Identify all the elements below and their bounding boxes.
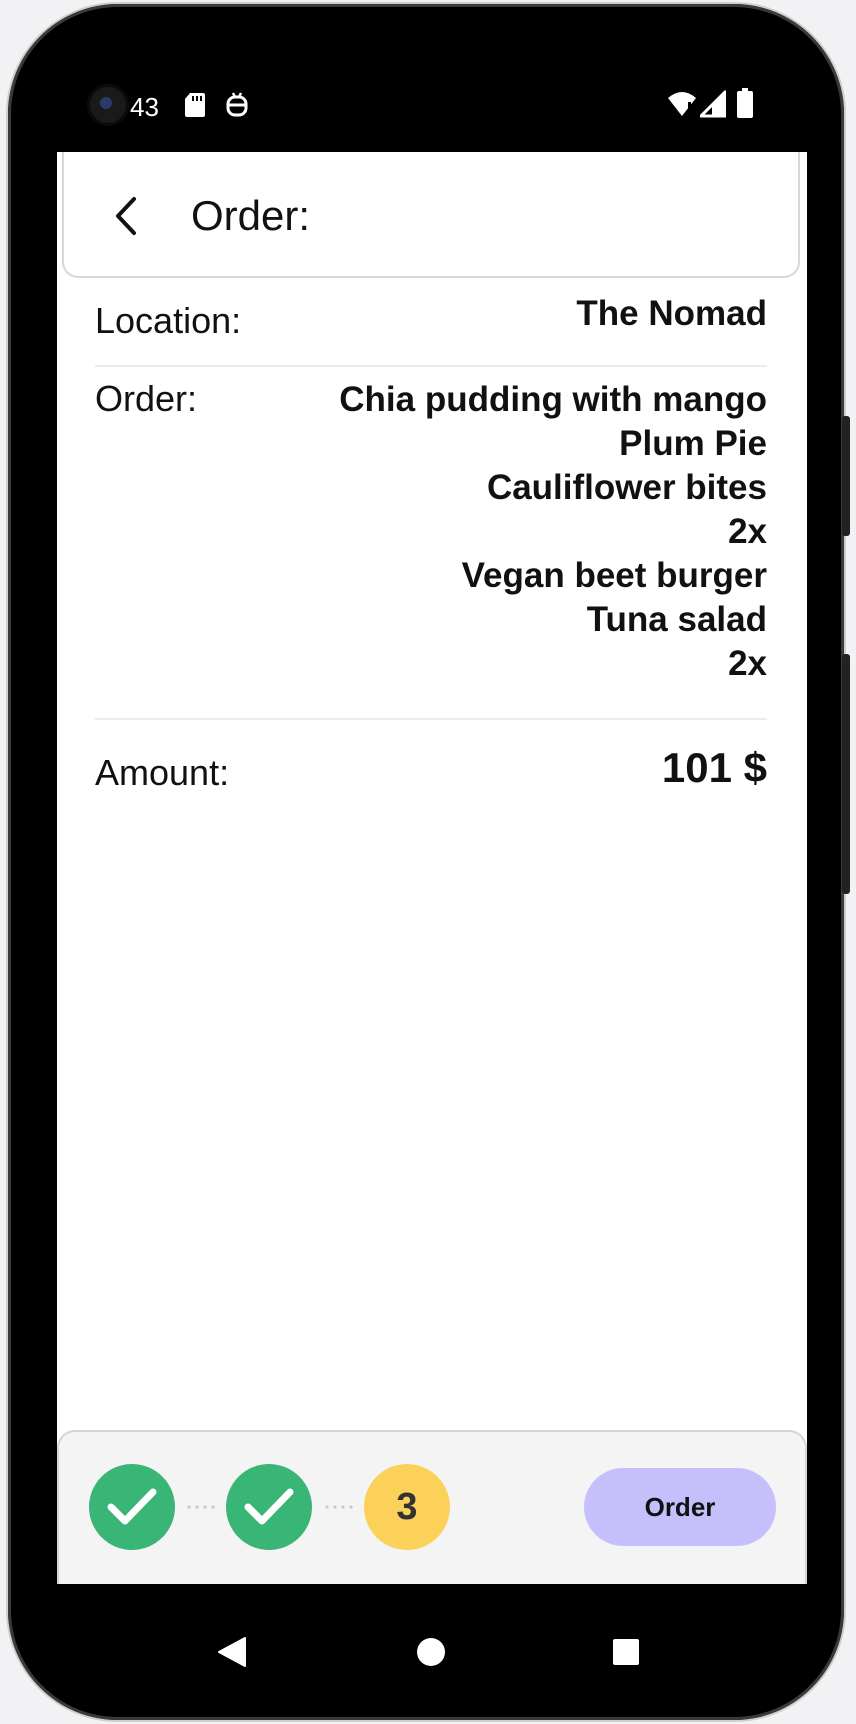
- step-3-current: 3: [364, 1464, 450, 1550]
- location-value: The Nomad: [576, 294, 767, 333]
- status-time: 43: [130, 92, 159, 122]
- chevron-left-icon[interactable]: [112, 196, 142, 236]
- back-triangle-icon[interactable]: [217, 1636, 247, 1668]
- debug-icon: [226, 92, 248, 117]
- location-row: Location: The Nomad: [95, 292, 767, 352]
- list-item: Tuna salad: [586, 600, 767, 639]
- check-icon: [107, 1488, 157, 1525]
- page-title: Order:: [191, 192, 311, 239]
- order-button[interactable]: Order: [584, 1468, 776, 1546]
- order-row: Order: Chia pudding with mango Plum Pie …: [95, 374, 767, 684]
- list-item: Vegan beet burger: [461, 556, 767, 595]
- step-2-complete: [226, 1464, 312, 1550]
- list-item: Plum Pie: [619, 424, 767, 463]
- phone-frame: 43 Order: Location: The Nomad Order: Chi…: [8, 4, 850, 1720]
- wifi-icon: [668, 92, 696, 116]
- volume-button: [842, 654, 850, 894]
- location-label: Location:: [95, 300, 242, 341]
- divider: [95, 718, 767, 720]
- divider: [95, 365, 767, 367]
- amount-label: Amount:: [95, 752, 230, 793]
- amount-row: Amount: 101 $: [95, 742, 767, 812]
- recents-square-icon[interactable]: [612, 1638, 640, 1666]
- checkout-footer: 3 Order: [57, 1430, 807, 1584]
- step-connector: [323, 1505, 357, 1509]
- step-number: 3: [396, 1485, 418, 1528]
- order-label: Order:: [95, 378, 198, 419]
- order-screen: Order: Location: The Nomad Order: Chia p…: [57, 152, 807, 1584]
- app-header: Order:: [62, 152, 800, 278]
- amount-value: 101 $: [661, 744, 767, 791]
- list-item: Chia pudding with mango: [339, 380, 767, 419]
- screen: 43 Order: Location: The Nomad Order: Chi…: [57, 72, 807, 1667]
- signal-icon: [700, 90, 726, 118]
- list-item: 2x: [728, 644, 767, 683]
- power-button: [842, 416, 850, 536]
- system-nav-bar: [57, 1584, 807, 1704]
- list-item: Cauliflower bites: [486, 468, 767, 507]
- step-1-complete: [89, 1464, 175, 1550]
- camera-icon: [87, 84, 129, 126]
- step-connector: [185, 1505, 219, 1509]
- battery-icon: [737, 88, 753, 118]
- list-item: 2x: [728, 512, 767, 551]
- status-bar: 43: [57, 72, 807, 152]
- sd-card-icon: [185, 93, 205, 117]
- order-items-list: Chia pudding with mango Plum Pie Caulifl…: [339, 378, 767, 686]
- home-circle-icon[interactable]: [416, 1637, 446, 1667]
- check-icon: [244, 1488, 294, 1525]
